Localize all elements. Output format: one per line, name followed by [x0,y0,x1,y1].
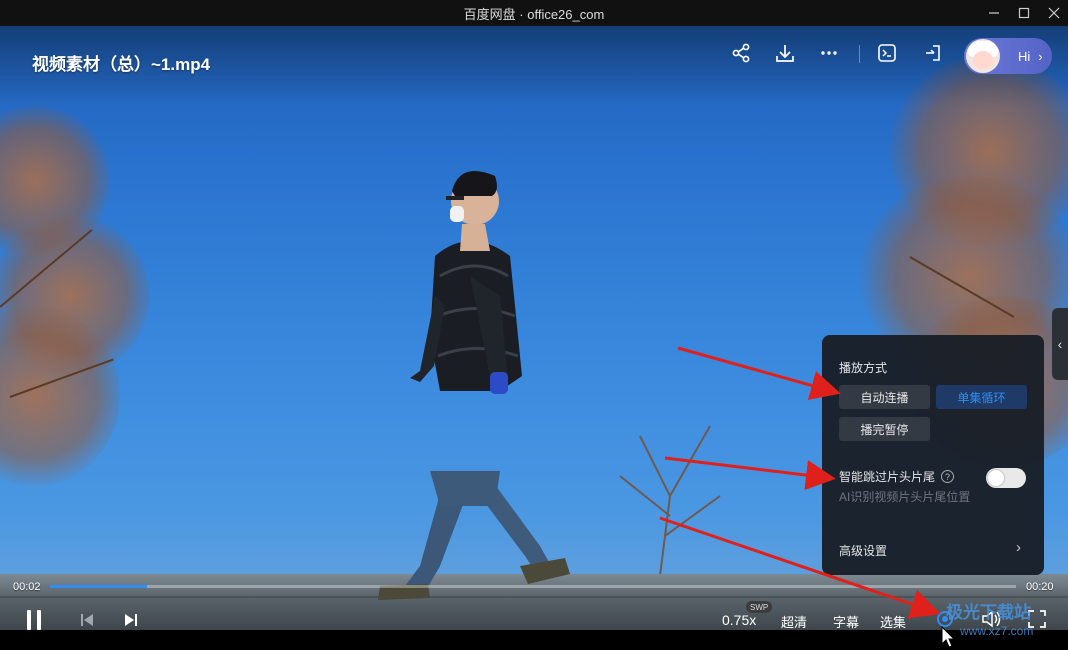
pause-icon [27,610,41,630]
bare-branches [619,425,721,576]
chevron-left-icon: ‹ [1057,336,1063,352]
download-icon [776,45,794,62]
assistant-avatar [966,39,1000,73]
smart-skip-toggle[interactable] [986,468,1026,488]
chevron-right-icon: › [1038,48,1043,64]
playback-settings-popup: 播放方式 自动连播 单集循环 播完暂停 智能跳过片头片尾 ? AI识别视频片头片… [822,335,1044,575]
pause-button[interactable] [22,608,46,632]
tree-left [0,66,160,506]
close-button[interactable] [1038,0,1068,26]
share-button[interactable] [728,40,754,66]
screen-cast-icon [878,44,896,62]
side-panel-toggle[interactable]: ‹ [1052,308,1068,380]
progress-bar[interactable] [50,585,1016,588]
subtitle-button[interactable]: 字幕 [833,612,859,631]
quality-button[interactable]: 超清 [781,612,807,631]
progress-fill [50,585,147,588]
smart-skip-label: 智能跳过片头片尾 [839,470,936,484]
close-icon [1048,7,1060,19]
picture-in-picture-button[interactable] [920,40,946,66]
help-icon[interactable]: ? [941,470,955,483]
speed-button[interactable]: 0.75x [722,612,756,628]
play-mode-single-loop[interactable]: 单集循环 [936,385,1027,409]
episodes-button[interactable]: 选集 [880,612,906,631]
site-watermark: 极光下载站 [946,603,1031,622]
smart-skip-row: 智能跳过片头片尾 ? [839,468,955,485]
next-button[interactable] [120,610,142,630]
assistant-hi-label: Hi [1018,48,1031,64]
download-button[interactable] [772,40,798,66]
play-mode-pause-after[interactable]: 播完暂停 [839,417,930,441]
maximize-button[interactable] [1008,0,1040,26]
previous-button[interactable] [76,610,98,630]
smart-skip-description: AI识别视频片头片尾位置 [839,490,971,504]
maximize-icon [1018,7,1030,19]
site-watermark-url: www.xz7.com [960,624,1034,638]
screen-cast-button[interactable] [874,40,900,66]
more-button[interactable] [816,40,842,66]
minimize-icon [989,12,999,14]
next-icon [125,614,137,626]
window-titlebar: 百度网盘 · office26_com [0,0,1068,26]
play-mode-title: 播放方式 [839,361,888,375]
more-icon [821,51,837,55]
time-total: 00:20 [1026,581,1054,593]
minimize-button[interactable] [978,0,1010,26]
window-title: 百度网盘 · office26_com [463,6,605,22]
walking-person [378,171,570,600]
prev-icon [81,614,93,626]
picture-in-picture-icon [926,45,940,61]
advanced-settings-label[interactable]: 高级设置 [839,542,887,559]
ai-assistant-button[interactable]: Hi › [964,38,1052,74]
chevron-right-icon[interactable]: › [1016,539,1021,556]
share-icon [732,43,750,63]
toolbar-divider [859,45,860,63]
mouse-cursor-icon [941,626,955,648]
time-current: 00:02 [13,581,41,593]
video-title: 视频素材（总）~1.mp4 [32,55,211,74]
play-mode-auto-next[interactable]: 自动连播 [839,385,930,409]
